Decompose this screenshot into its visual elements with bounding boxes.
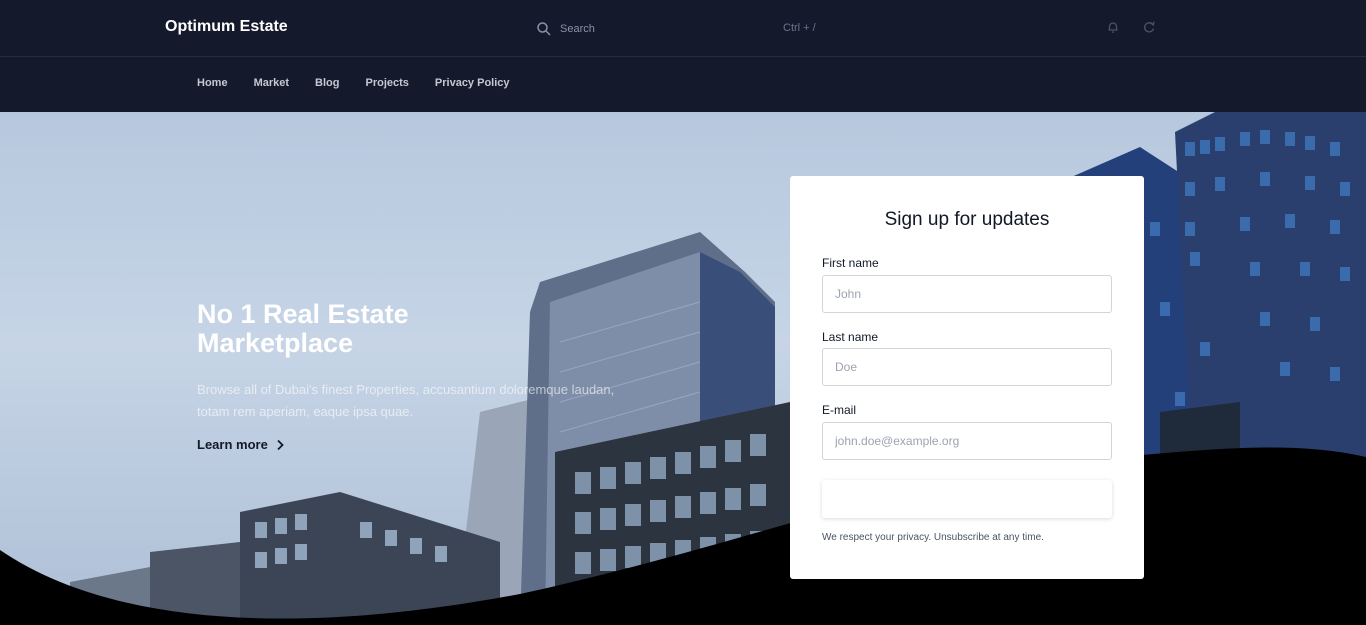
- nav-item-home[interactable]: Home: [197, 77, 228, 89]
- first-name-field[interactable]: [822, 275, 1112, 313]
- chevron-right-icon: [275, 439, 285, 451]
- nav-item-projects[interactable]: Projects: [365, 77, 408, 89]
- main-nav-bar: Home Market Blog Projects Privacy Policy: [0, 57, 1366, 112]
- learn-more-label: Learn more: [197, 437, 268, 452]
- nav-item-market[interactable]: Market: [254, 77, 289, 89]
- refresh-icon[interactable]: [1142, 20, 1156, 34]
- brand-logo[interactable]: Optimum Estate: [165, 18, 288, 36]
- last-name-label: Last name: [822, 330, 879, 344]
- hero-title: No 1 Real Estate Marketplace: [197, 299, 409, 358]
- first-name-label: First name: [822, 256, 879, 270]
- nav-item-blog[interactable]: Blog: [315, 77, 339, 89]
- learn-more-link[interactable]: Learn more: [197, 437, 285, 452]
- search-bar[interactable]: Ctrl + /: [536, 19, 826, 39]
- signup-title: Sign up for updates: [884, 209, 1050, 230]
- bell-icon[interactable]: [1106, 20, 1120, 34]
- header-actions: [1106, 20, 1156, 34]
- email-label: E-mail: [822, 403, 857, 417]
- search-shortcut-hint: Ctrl + /: [783, 22, 816, 34]
- nav-item-privacy-policy[interactable]: Privacy Policy: [435, 77, 510, 89]
- top-bar: Optimum Estate Ctrl + /: [0, 0, 1366, 57]
- signup-submit-button[interactable]: [822, 480, 1112, 518]
- hero-section: No 1 Real Estate Marketplace Browse all …: [0, 112, 1366, 625]
- search-icon: [536, 21, 552, 37]
- privacy-note: We respect your privacy. Unsubscribe at …: [822, 532, 1044, 543]
- email-field[interactable]: [822, 422, 1112, 460]
- signup-card: Sign up for updates First name Last name…: [790, 176, 1144, 579]
- main-nav: Home Market Blog Projects Privacy Policy: [197, 77, 536, 89]
- hero-skyline-image: [0, 112, 1366, 625]
- search-input[interactable]: [560, 23, 760, 35]
- hero-subtitle: Browse all of Dubai's finest Properties,…: [197, 382, 615, 419]
- last-name-field[interactable]: [822, 348, 1112, 386]
